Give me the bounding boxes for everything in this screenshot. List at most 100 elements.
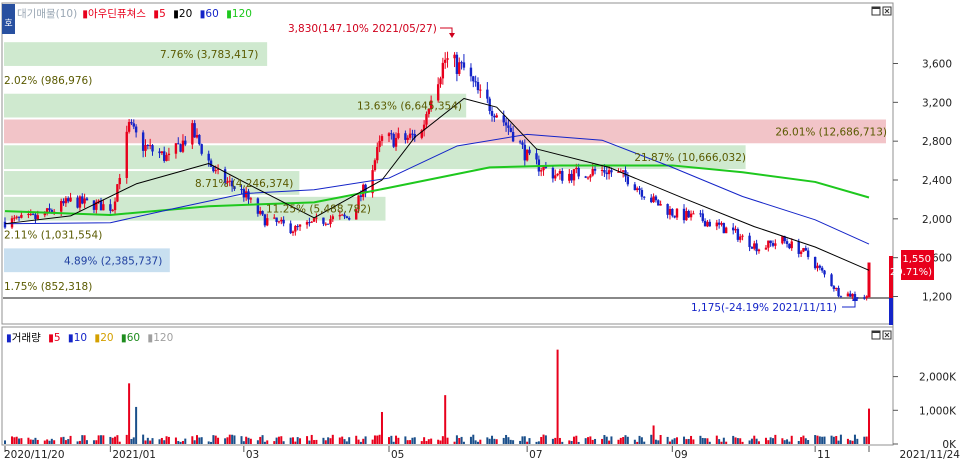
candle-body [734, 229, 737, 231]
volume-bar [458, 438, 461, 444]
volume-bar [81, 435, 84, 444]
candle-body [785, 241, 789, 244]
volume-bar [558, 437, 561, 444]
close-icon[interactable] [882, 6, 892, 16]
volume-bar [851, 440, 854, 444]
candle-body [849, 293, 852, 297]
volume-bar [797, 440, 800, 444]
volume-bar [247, 437, 250, 444]
candle-body [572, 169, 576, 181]
volume-bar [198, 437, 201, 444]
volume-bar [193, 440, 196, 444]
volume-bar [479, 439, 482, 444]
candle-body [673, 215, 676, 218]
volume-bar [687, 438, 690, 444]
volume-bar [594, 438, 597, 444]
volume-bar [802, 435, 805, 444]
candle-body [589, 175, 592, 178]
candle-body [59, 201, 63, 212]
candle-body [174, 143, 178, 154]
candle-body [209, 160, 213, 167]
volume-bar [20, 438, 23, 444]
candle-body [813, 256, 817, 269]
volume-bar [78, 440, 81, 444]
volume-bar [151, 438, 154, 444]
candle-body [837, 287, 840, 297]
volume-bar [683, 436, 686, 444]
candle-body [83, 198, 86, 204]
volume-bar [179, 441, 182, 444]
volume-bar [177, 440, 180, 444]
candle-body [29, 213, 32, 215]
volume-bar [62, 436, 65, 444]
candle-body [446, 58, 449, 60]
volume-bar [249, 438, 252, 444]
candle-body [165, 155, 168, 161]
candle-body [347, 218, 351, 220]
volume-bar [357, 439, 360, 444]
legend-ma5: 5 [159, 8, 166, 20]
volume-bar [128, 383, 131, 444]
maximize-icon[interactable] [871, 6, 881, 16]
volume-bar [849, 440, 852, 444]
candle-body [62, 201, 65, 204]
volume-bar [343, 439, 346, 444]
candle-body [769, 240, 772, 244]
legend-prefix: 대기매물(10) [17, 8, 77, 20]
volume-bar [355, 435, 358, 444]
volume-bar [692, 439, 695, 444]
volume-bar [245, 436, 248, 444]
volume-maximize-icon[interactable] [871, 330, 881, 340]
volume-bar [633, 439, 636, 444]
candle-body [706, 221, 709, 227]
price-tick-label: 3,200 [922, 97, 952, 109]
volume-profile-label: 2.11% (1,031,554) [4, 229, 102, 241]
candle-body [259, 210, 262, 214]
volume-bar [654, 439, 657, 444]
volume-bar [64, 440, 67, 444]
volume-bar [439, 440, 442, 444]
candle-body [671, 209, 674, 216]
candle-body [404, 133, 407, 140]
volume-bar [722, 437, 725, 444]
volume-bar [294, 441, 297, 444]
volume-close-icon[interactable] [882, 330, 892, 340]
candle-body [125, 131, 128, 178]
volume-bar [53, 440, 56, 444]
candle-body [177, 143, 180, 145]
volume-bar [786, 439, 789, 444]
candle-body [441, 62, 445, 79]
candle-body [102, 204, 105, 211]
volume-bar [542, 434, 545, 444]
candle-body [832, 286, 836, 289]
volume-bar [608, 440, 611, 444]
volume-bar [783, 440, 786, 444]
candle-body [724, 227, 728, 234]
candle-body [600, 169, 604, 171]
volume-bar [636, 441, 639, 444]
volume-bar [643, 441, 646, 444]
volume-bar [748, 440, 751, 444]
candle-body [774, 243, 777, 246]
volume-bar [472, 434, 475, 444]
candle-body [273, 217, 276, 219]
volume-bar [818, 436, 821, 444]
volume-bar [521, 436, 524, 444]
candle-body [13, 217, 16, 219]
candle-body [640, 190, 644, 197]
candle-body [701, 213, 704, 221]
volume-bar [673, 438, 676, 444]
volume-bar [708, 441, 711, 444]
volume-bar [275, 437, 278, 444]
candle-body [78, 196, 82, 208]
volume-bar [865, 436, 868, 444]
candle-body [621, 170, 625, 172]
candle-body [48, 208, 51, 210]
candle-body [261, 210, 264, 215]
volume-bar [816, 435, 819, 444]
candle-body [158, 151, 161, 154]
candle-body [111, 210, 114, 212]
volume-profile-label: 4.89% (2,385,737) [64, 255, 162, 267]
candle-body [359, 195, 363, 197]
volume-bar [495, 439, 498, 444]
